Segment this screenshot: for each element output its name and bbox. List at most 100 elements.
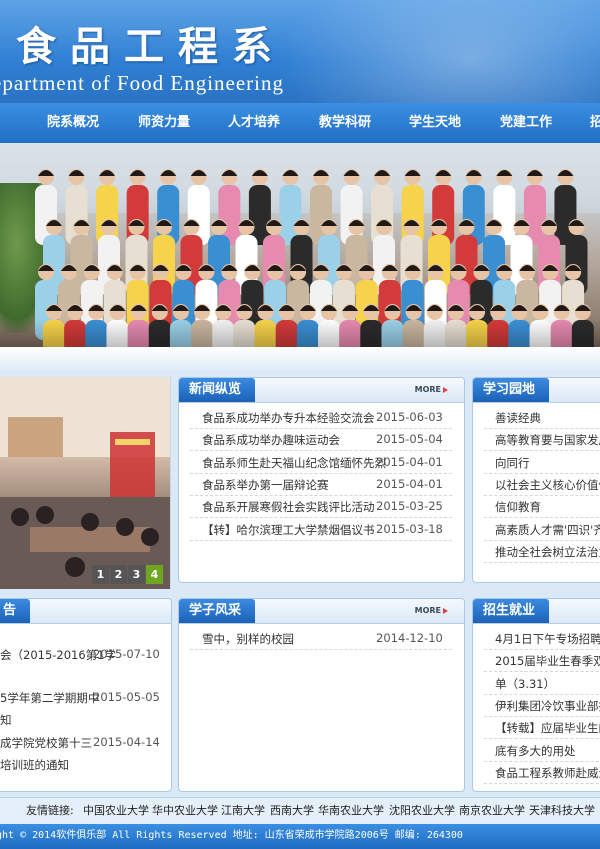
friend-link[interactable]: 华中农业大学 (152, 798, 218, 824)
news-item-date: 2015-03-25 (376, 499, 443, 514)
news-item-date: 2015-03-18 (376, 521, 443, 536)
study-item-title[interactable]: 以社会主义核心价值体 (495, 477, 600, 493)
friend-link[interactable]: 西南大学 (270, 798, 314, 824)
study-item-title[interactable]: 高等教育要与国家发展 (495, 432, 600, 448)
nav-item-students[interactable]: 学生天地 (409, 103, 461, 143)
news-item-date: 2015-05-04 (376, 432, 443, 447)
jobs-item-title[interactable]: 底有多大的用处 (495, 743, 576, 759)
nav-item-party[interactable]: 党建工作 (500, 103, 552, 143)
style-panel-title: 学子风采 (179, 599, 256, 623)
jobs-item-title[interactable]: 伊利集团冷饮事业部招 (495, 698, 600, 714)
slider-page-2[interactable]: 2 (110, 565, 127, 584)
row-divider (484, 738, 600, 740)
banner-people-illustration (35, 169, 594, 347)
row-divider (484, 715, 600, 717)
notice-item-title[interactable]: 成学院党校第十三 (0, 735, 92, 751)
main-nav: 院系概况 师资力量 人才培养 教学科研 学生天地 党建工作 招 (0, 103, 600, 143)
nav-item-admission[interactable]: 招 (590, 103, 600, 143)
row-divider (190, 450, 452, 452)
jobs-item-title[interactable]: 【转载】应届毕业生的 (495, 720, 600, 736)
friend-link[interactable]: 华南农业大学 (318, 798, 384, 824)
news-more-link[interactable]: MORE (415, 385, 448, 394)
row-divider (190, 428, 452, 429)
news-item-date: 2015-04-01 (376, 476, 443, 491)
news-panel-header: 新闻纵览 MORE (179, 378, 464, 403)
person-hair (221, 170, 238, 176)
news-item-title[interactable]: 食品系师生赴天福山纪念馆缅怀先烈 (202, 455, 386, 471)
news-item-title[interactable]: 食品系成功举办专升本经验交流会 (202, 410, 375, 426)
site-header: 食品工程系 epartment of Food Engineering (0, 0, 600, 103)
row-divider (484, 450, 600, 452)
person-hair (160, 170, 177, 176)
study-item-title[interactable]: 信仰教育 (495, 499, 541, 515)
jobs-panel-header: 招生就业 (473, 599, 600, 624)
notice-item-title[interactable]: 知 (0, 712, 12, 728)
slider-page-1[interactable]: 1 (92, 565, 109, 584)
jobs-item-title[interactable]: 食品工程系教师赴威海 (495, 765, 600, 781)
news-item-date: 2015-06-03 (376, 410, 443, 424)
news-item-date: 2015-04-01 (376, 454, 443, 469)
banner-shade (0, 319, 600, 347)
news-photo-slider[interactable] (0, 377, 171, 589)
jobs-item-title[interactable]: 4月1日下午专场招聘会 (495, 631, 600, 647)
site-subtitle: epartment of Food Engineering (0, 71, 285, 95)
slider-page-4[interactable]: 4 (146, 565, 163, 584)
copyright-bar: ght © 2014软件俱乐部 All Rights Reserved 地址: … (0, 824, 600, 849)
news-panel-title: 新闻纵览 (179, 378, 256, 402)
notice-item-title[interactable]: 5学年第二学期期中 (0, 690, 99, 706)
study-item-title[interactable]: 向同行 (495, 455, 530, 471)
style-more-link[interactable]: MORE (415, 606, 448, 615)
style-item-title[interactable]: 雪中，别样的校园 (202, 631, 294, 647)
jobs-panel: 招生就业 (472, 598, 600, 792)
person-hair (496, 170, 513, 176)
person-hair (68, 170, 85, 176)
friend-link[interactable]: 中国农业大学 (83, 798, 149, 824)
row-divider (484, 517, 600, 519)
jobs-item-title[interactable]: 单（3.31） (495, 676, 555, 692)
row-divider (484, 782, 600, 784)
friend-links-label: 友情链接: (26, 804, 74, 817)
site-title: 食品工程系 (16, 23, 286, 70)
person-hair (465, 170, 482, 176)
news-item-title[interactable]: 【转】哈尔滨理工大学禁烟倡议书 (202, 522, 375, 538)
news-item-title[interactable]: 食品系开展寒假社会实践评比活动 (202, 499, 375, 515)
row-divider (190, 539, 452, 541)
notice-panel-title: 告 (0, 599, 31, 623)
friend-link[interactable]: 沈阳农业大学 (389, 798, 455, 824)
friend-link[interactable]: 南京农业大学 (459, 798, 525, 824)
study-item-title[interactable]: 推动全社会树立法治意 (495, 544, 600, 560)
row-divider (190, 494, 452, 496)
row-divider (484, 539, 600, 541)
friend-link[interactable]: 天津科技大学 (529, 798, 595, 824)
nav-item-about[interactable]: 院系概况 (47, 103, 99, 143)
person-hair (526, 170, 543, 176)
row-divider (484, 760, 600, 762)
notice-item-date: 2015-05-05 (93, 690, 160, 704)
news-item-title[interactable]: 食品系举办第一届辩论赛 (202, 477, 329, 493)
study-panel-header: 学习园地 (473, 378, 600, 403)
nav-item-talent[interactable]: 人才培养 (228, 103, 280, 143)
notice-item-title[interactable]: 培训班的通知 (0, 757, 69, 773)
row-divider (484, 561, 600, 563)
notice-item-date: 2015-07-10 (93, 647, 160, 661)
nav-item-faculty[interactable]: 师资力量 (138, 103, 190, 143)
notice-item-date: 2015-04-14 (93, 735, 160, 749)
style-panel: 学子风采 MORE (178, 598, 465, 792)
copyright-text: ght © 2014软件俱乐部 All Rights Reserved 地址: … (0, 830, 463, 841)
row-divider (484, 472, 600, 474)
study-item-title[interactable]: 善读经典 (495, 410, 541, 426)
jobs-item-title[interactable]: 2015届毕业生春季双选 (495, 653, 600, 669)
person-hair (313, 170, 329, 176)
news-item-title[interactable]: 食品系成功举办趣味运动会 (202, 432, 340, 448)
slider-page-3[interactable]: 3 (128, 565, 145, 584)
row-divider (190, 649, 452, 650)
row-divider (190, 472, 452, 474)
study-item-title[interactable]: 高素质人才需'四识'齐 (495, 522, 600, 538)
person-hair (374, 170, 391, 176)
nav-item-research[interactable]: 教学科研 (319, 103, 371, 143)
style-panel-header: 学子风采 MORE (179, 599, 464, 624)
person-hair (435, 170, 452, 176)
study-panel-title: 学习园地 (473, 378, 550, 402)
friend-link[interactable]: 江南大学 (221, 798, 265, 824)
row-divider (484, 649, 600, 650)
